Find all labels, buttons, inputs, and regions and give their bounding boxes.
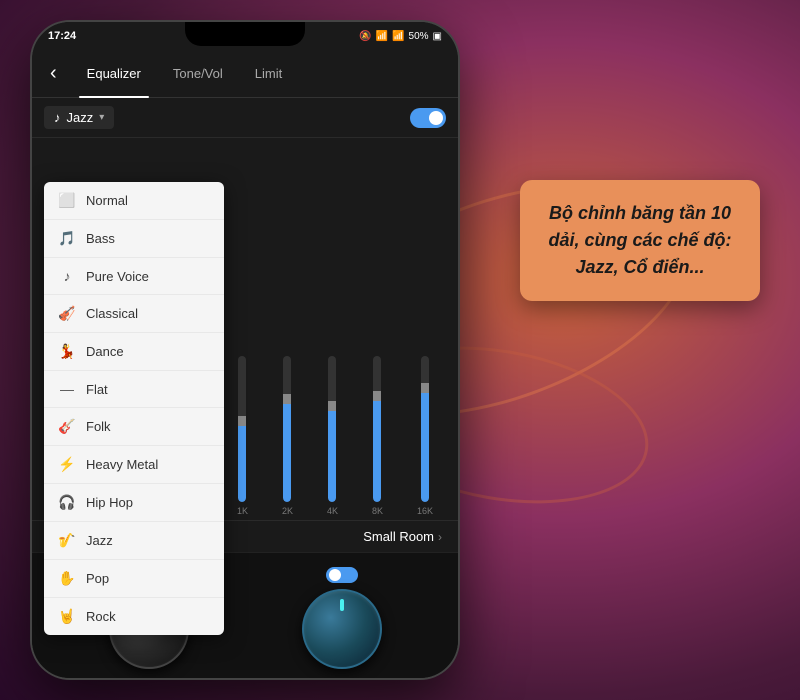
tab-tone-vol[interactable]: Tone/Vol bbox=[157, 50, 239, 98]
dropdown-item-folk[interactable]: 🎸 Folk bbox=[44, 408, 224, 446]
header-tabs: Equalizer Tone/Vol Limit bbox=[67, 50, 450, 98]
freq-label-1k: 1K bbox=[237, 506, 248, 516]
dropdown-item-heavy-metal[interactable]: ⚡ Heavy Metal bbox=[44, 446, 224, 484]
pure-voice-icon: ♪ bbox=[58, 268, 76, 284]
slider-thumb-8k[interactable] bbox=[373, 391, 381, 401]
knob-toggle-2[interactable] bbox=[326, 567, 358, 583]
phone-wrapper: 17:24 🔕 📶 📶 50% ▣ ‹ Equalizer Tone/Vol bbox=[30, 20, 460, 680]
reverb-value-text: Small Room bbox=[363, 529, 434, 544]
freq-label-8k: 8K bbox=[372, 506, 383, 516]
slider-fill-4k bbox=[328, 407, 336, 502]
bass-icon: 🎵 bbox=[58, 230, 76, 247]
battery-icon: ▣ bbox=[433, 31, 442, 42]
slider-thumb-2k[interactable] bbox=[283, 394, 291, 404]
normal-icon: ⬜ bbox=[58, 192, 76, 209]
notch bbox=[185, 22, 305, 46]
preset-row: ♪ Jazz ▾ bbox=[32, 98, 458, 138]
dropdown-item-label-rock: Rock bbox=[86, 609, 116, 624]
dropdown-item-pure-voice[interactable]: ♪ Pure Voice bbox=[44, 258, 224, 295]
eq-sliders: 1K 2K bbox=[224, 148, 446, 520]
eq-slider-4k[interactable]: 4K bbox=[327, 356, 338, 516]
tab-equalizer[interactable]: Equalizer bbox=[71, 50, 157, 98]
slider-fill-8k bbox=[373, 397, 381, 502]
slider-track-8k[interactable] bbox=[373, 356, 381, 502]
heavy-metal-icon: ⚡ bbox=[58, 456, 76, 473]
jazz-icon: 🎷 bbox=[58, 532, 76, 549]
pop-icon: ✋ bbox=[58, 570, 76, 587]
dropdown-item-flat[interactable]: — Flat bbox=[44, 371, 224, 408]
dropdown-item-label-hip-hop: Hip Hop bbox=[86, 495, 133, 510]
eq-toggle[interactable] bbox=[410, 108, 446, 128]
freq-label-4k: 4K bbox=[327, 506, 338, 516]
slider-thumb-16k[interactable] bbox=[421, 383, 429, 393]
dropdown-arrow-icon: ▾ bbox=[99, 112, 104, 123]
music-icon: ♪ bbox=[54, 110, 61, 125]
dropdown-item-rock[interactable]: 🤘 Rock bbox=[44, 598, 224, 635]
dance-icon: 💃 bbox=[58, 343, 76, 360]
dropdown-item-label-bass: Bass bbox=[86, 231, 115, 246]
hip-hop-icon: 🎧 bbox=[58, 494, 76, 511]
reverb-value[interactable]: Small Room › bbox=[363, 529, 442, 544]
flat-icon: — bbox=[58, 381, 76, 397]
dropdown-item-classical[interactable]: 🎻 Classical bbox=[44, 295, 224, 333]
phone: 17:24 🔕 📶 📶 50% ▣ ‹ Equalizer Tone/Vol bbox=[30, 20, 460, 680]
info-box: Bộ chỉnh băng tần 10 dải, cùng các chế đ… bbox=[520, 180, 760, 301]
eq-slider-8k[interactable]: 8K bbox=[372, 356, 383, 516]
slider-fill-1k bbox=[238, 422, 246, 502]
dropdown-item-label-dance: Dance bbox=[86, 344, 124, 359]
knob-group-2 bbox=[302, 567, 382, 669]
info-text: Bộ chỉnh băng tần 10 dải, cùng các chế đ… bbox=[542, 200, 738, 281]
knob-2[interactable] bbox=[302, 589, 382, 669]
slider-track-1k[interactable] bbox=[238, 356, 246, 502]
dropdown-item-label-classical: Classical bbox=[86, 306, 138, 321]
dropdown-item-pop[interactable]: ✋ Pop bbox=[44, 560, 224, 598]
slider-track-4k[interactable] bbox=[328, 356, 336, 502]
dropdown-item-label-flat: Flat bbox=[86, 382, 108, 397]
freq-label-2k: 2K bbox=[282, 506, 293, 516]
folk-icon: 🎸 bbox=[58, 418, 76, 435]
status-icons: 🔕 📶 📶 50% ▣ bbox=[359, 31, 442, 42]
app-header: ‹ Equalizer Tone/Vol Limit bbox=[32, 50, 458, 98]
dropdown-item-normal[interactable]: ⬜ Normal bbox=[44, 182, 224, 220]
signal-icon: 📶 bbox=[392, 31, 404, 42]
reverb-chevron-icon: › bbox=[438, 530, 442, 544]
dropdown-item-label-pure-voice: Pure Voice bbox=[86, 269, 149, 284]
slider-track-2k[interactable] bbox=[283, 356, 291, 502]
dropdown-item-label-folk: Folk bbox=[86, 419, 111, 434]
dropdown-item-jazz[interactable]: 🎷 Jazz bbox=[44, 522, 224, 560]
slider-thumb-1k[interactable] bbox=[238, 416, 246, 426]
back-button[interactable]: ‹ bbox=[40, 62, 67, 85]
slider-fill-2k bbox=[283, 400, 291, 502]
wifi-icon: 📶 bbox=[376, 31, 388, 42]
dropdown-menu: ⬜ Normal 🎵 Bass ♪ Pure Voice 🎻 Classical… bbox=[44, 182, 224, 635]
dropdown-item-hip-hop[interactable]: 🎧 Hip Hop bbox=[44, 484, 224, 522]
dropdown-item-label-jazz: Jazz bbox=[86, 533, 113, 548]
dropdown-item-label-heavy-metal: Heavy Metal bbox=[86, 457, 158, 472]
eq-slider-1k[interactable]: 1K bbox=[237, 356, 248, 516]
eq-slider-2k[interactable]: 2K bbox=[282, 356, 293, 516]
dropdown-item-dance[interactable]: 💃 Dance bbox=[44, 333, 224, 371]
eq-bars-area: 1K 2K bbox=[212, 138, 458, 520]
mute-icon: 🔕 bbox=[359, 31, 371, 42]
freq-label-16k: 16K bbox=[417, 506, 433, 516]
eq-slider-16k[interactable]: 16K bbox=[417, 356, 433, 516]
app-body: ♪ Jazz ▾ ⬜ Normal 🎵 Bass ♪ Pure Vo bbox=[32, 98, 458, 680]
preset-selected-label: Jazz bbox=[67, 110, 94, 125]
battery-text: 50% bbox=[409, 31, 429, 42]
slider-thumb-4k[interactable] bbox=[328, 401, 336, 411]
rock-icon: 🤘 bbox=[58, 608, 76, 625]
dropdown-item-bass[interactable]: 🎵 Bass bbox=[44, 220, 224, 258]
status-time: 17:24 bbox=[48, 30, 76, 42]
dropdown-item-label-normal: Normal bbox=[86, 193, 128, 208]
preset-selector[interactable]: ♪ Jazz ▾ bbox=[44, 106, 114, 129]
tab-limit[interactable]: Limit bbox=[239, 50, 298, 98]
slider-fill-16k bbox=[421, 388, 429, 502]
slider-track-16k[interactable] bbox=[421, 356, 429, 502]
classical-icon: 🎻 bbox=[58, 305, 76, 322]
dropdown-item-label-pop: Pop bbox=[86, 571, 109, 586]
